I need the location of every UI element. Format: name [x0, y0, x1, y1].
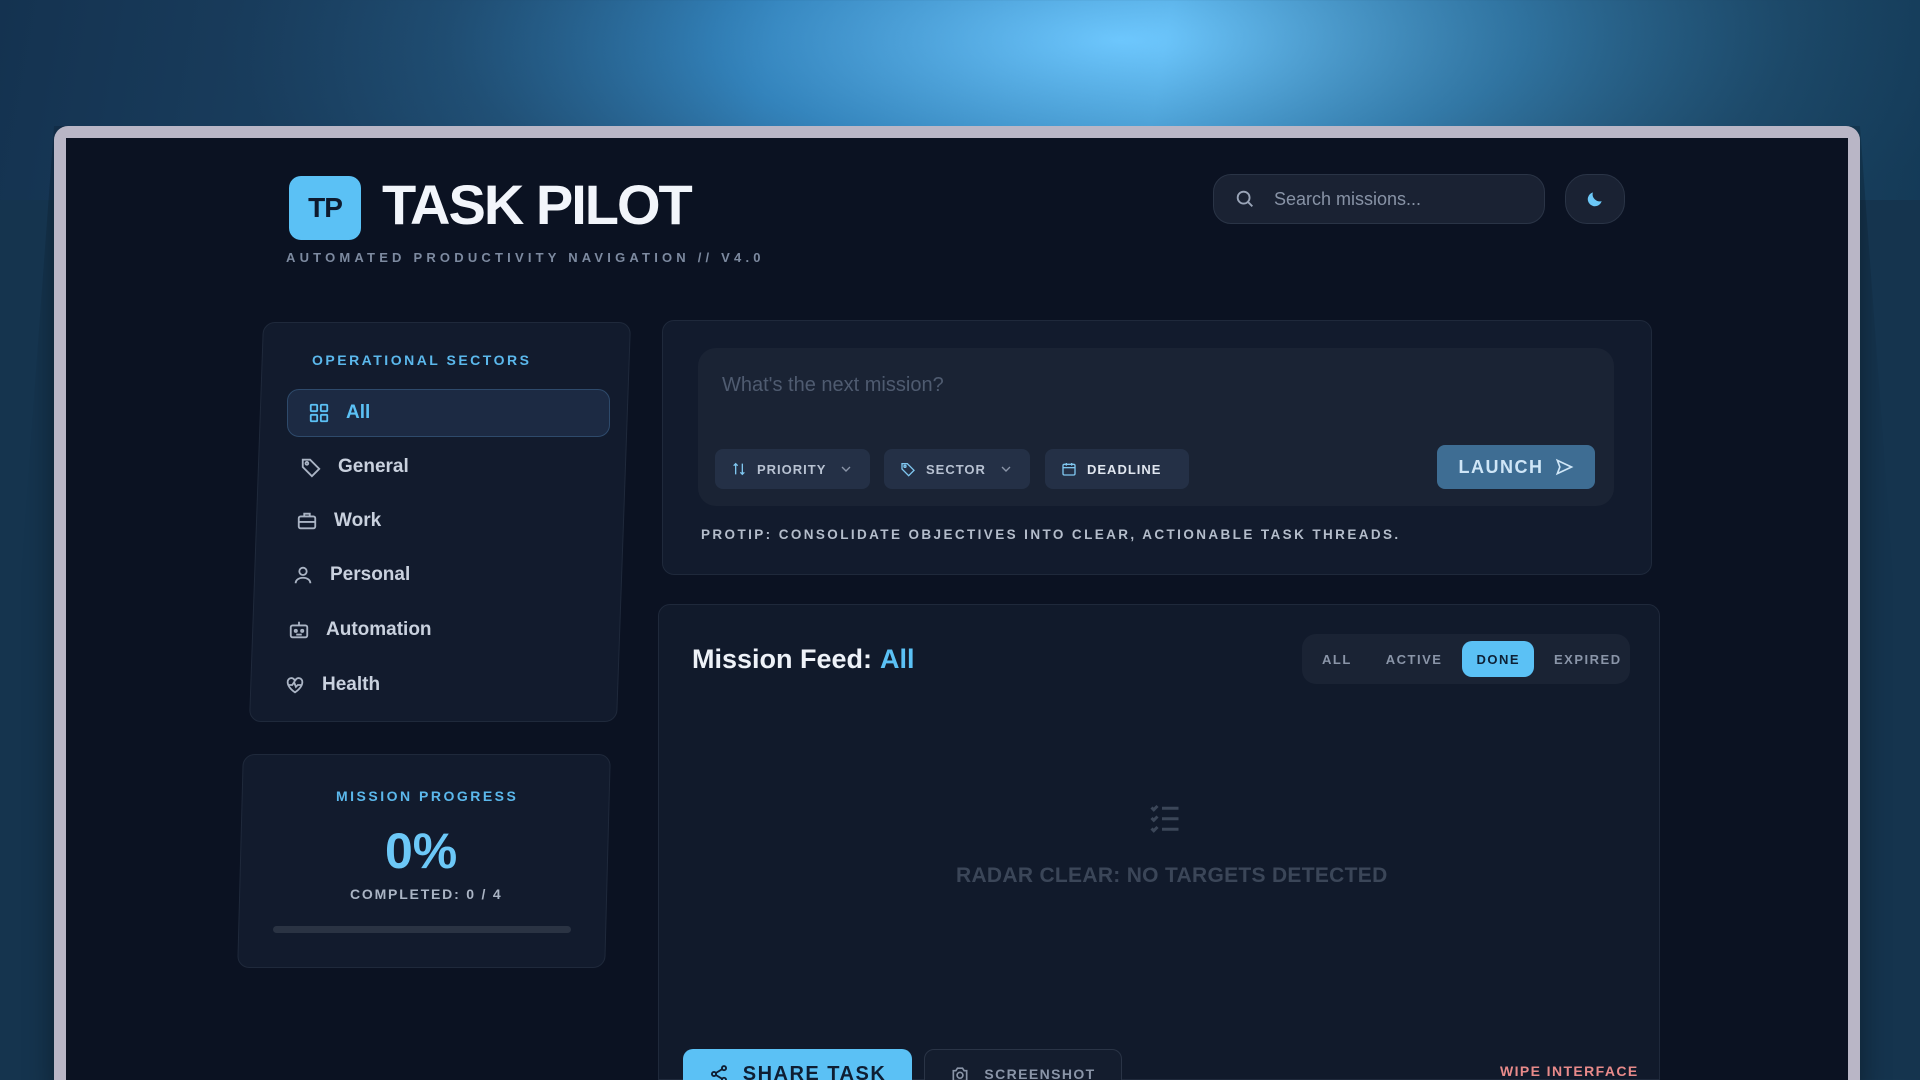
send-icon [1555, 458, 1573, 476]
filter-done[interactable]: DONE [1462, 641, 1535, 677]
sidebar-item-label: All [346, 402, 371, 423]
empty-state-text: RADAR CLEAR: NO TARGETS DETECTED [956, 864, 1388, 887]
progress-bar [273, 926, 571, 933]
progress-heading: MISSION PROGRESS [336, 788, 519, 804]
feed-title: Mission Feed: All [692, 644, 915, 675]
heart-pulse-icon [286, 677, 304, 694]
sidebar-item-personal[interactable]: Personal [292, 551, 410, 599]
sidebar-item-health[interactable]: Health [284, 661, 380, 709]
launch-label: LAUNCH [1458, 456, 1544, 477]
chevron-down-icon [1001, 466, 1011, 472]
search-icon [1236, 190, 1253, 207]
screenshot-button[interactable]: SCREENSHOT [924, 1049, 1122, 1080]
sidebar-item-label: Health [322, 674, 381, 695]
sidebar-item-label: Personal [330, 564, 411, 585]
priority-dropdown[interactable]: PRIORITY [715, 449, 871, 489]
robot-icon [289, 621, 309, 639]
sort-icon [733, 462, 745, 476]
mission-input[interactable] [722, 368, 1582, 402]
sectors-heading: OPERATIONAL SECTORS [312, 352, 532, 368]
user-icon [294, 566, 312, 584]
app-title: TASK PILOT [382, 173, 693, 236]
briefcase-icon [297, 512, 317, 530]
sidebar-item-automation[interactable]: Automation [288, 606, 432, 654]
screenshot-label: SCREENSHOT [984, 1066, 1096, 1080]
filter-all[interactable]: ALL [1308, 641, 1366, 677]
sidebar-item-general[interactable]: General [300, 443, 409, 491]
progress-completed-count: COMPLETED: 0 / 4 [350, 886, 503, 902]
moon-icon [1587, 192, 1602, 207]
search-bar[interactable] [1213, 174, 1545, 224]
share-icon [710, 1065, 727, 1080]
feed-filter-group: ALL ACTIVE DONE EXPIRED [1302, 634, 1630, 684]
feed-title-label: Mission Feed: [692, 644, 873, 674]
wipe-interface-button[interactable]: WIPE INTERFACE [1500, 1063, 1639, 1079]
calendar-icon [1062, 463, 1076, 476]
filter-expired[interactable]: EXPIRED [1540, 641, 1636, 677]
protip-text: PROTIP: CONSOLIDATE OBJECTIVES INTO CLEA… [701, 527, 1401, 542]
theme-toggle-button[interactable] [1565, 174, 1625, 224]
checklist-icon [1150, 804, 1179, 833]
tag-icon [301, 458, 321, 478]
feed-sector: All [880, 644, 915, 674]
chevron-down-icon [841, 466, 851, 472]
sector-dropdown[interactable]: SECTOR [884, 449, 1030, 489]
search-input[interactable] [1274, 188, 1524, 210]
sidebar-item-label: Automation [326, 619, 432, 640]
share-label: SHARE TASK [742, 1062, 887, 1080]
app-subtitle: AUTOMATED PRODUCTIVITY NAVIGATION // V4.… [286, 250, 765, 265]
app-logo: TP [289, 176, 361, 240]
grid-icon [309, 403, 329, 423]
deadline-label: DEADLINE [1087, 461, 1162, 477]
sidebar-item-work[interactable]: Work [296, 497, 381, 545]
sector-label: SECTOR [926, 461, 986, 477]
camera-icon [952, 1067, 968, 1080]
deadline-picker[interactable]: DEADLINE [1045, 449, 1190, 489]
launch-button[interactable]: LAUNCH [1437, 445, 1595, 489]
tag-icon [901, 463, 915, 477]
sidebar-item-label: Work [334, 510, 382, 531]
sidebar-item-all[interactable]: All [287, 389, 610, 437]
filter-active[interactable]: ACTIVE [1372, 641, 1457, 677]
priority-label: PRIORITY [757, 461, 827, 477]
progress-percent: 0% [385, 823, 458, 879]
sidebar-item-label: General [338, 456, 409, 477]
app-content: TP TASK PILOT AUTOMATED PRODUCTIVITY NAV… [0, 0, 1920, 1080]
share-task-button[interactable]: SHARE TASK [683, 1049, 912, 1080]
